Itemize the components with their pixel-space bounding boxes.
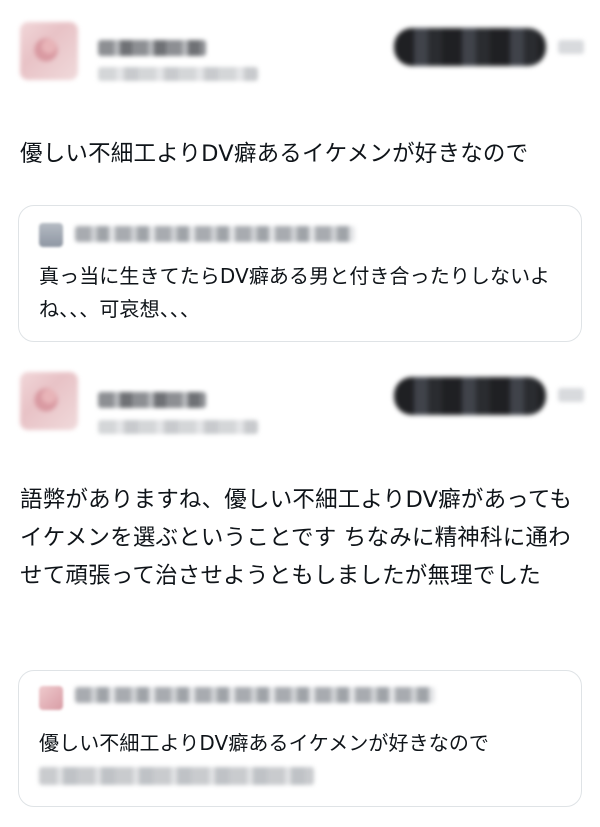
redacted-follow-button[interactable] (394, 28, 546, 66)
tweet-1: 優しい不細工よりDV癖あるイケメンが好きなので 真っ当に生きてたらDV癖ある男と… (0, 0, 600, 360)
quoted-tweet-card[interactable]: 真っ当に生きてたらDV癖ある男と付き合ったりしないよね、、、可哀想、、、 (18, 205, 582, 342)
redacted-handle (98, 67, 258, 81)
redacted-display-name[interactable] (98, 392, 206, 408)
redacted-follow-button[interactable] (394, 377, 546, 415)
quoted-tweet-card[interactable]: 優しい不細工よりDV癖あるイケメンが好きなので (18, 670, 582, 807)
quoted-avatar (39, 686, 63, 710)
more-options-icon[interactable] (558, 388, 584, 402)
redacted-handle (98, 420, 258, 434)
tweet-2: 語弊がありますね、優しい不細工よりDV癖があってもイケメンを選ぶということです … (0, 360, 600, 827)
redacted-quoted-meta (75, 687, 435, 703)
tweet-text: 優しい不細工よりDV癖あるイケメンが好きなので (20, 141, 529, 167)
avatar[interactable] (20, 22, 78, 80)
more-options-icon[interactable] (558, 40, 584, 54)
quoted-tweet-text: 真っ当に生きてたらDV癖ある男と付き合ったりしないよね、、、可哀想、、、 (39, 264, 550, 321)
avatar[interactable] (20, 372, 78, 430)
redacted-display-name[interactable] (98, 40, 206, 56)
quoted-avatar (39, 223, 63, 247)
quoted-tweet-text: 優しい不細工よりDV癖あるイケメンが好きなので (39, 731, 490, 755)
redacted-quoted-meta (75, 226, 355, 242)
tweet-text: 語弊がありますね、優しい不細工よりDV癖があってもイケメンを選ぶということです … (20, 487, 573, 589)
redacted-quoted-text-line (39, 767, 314, 785)
